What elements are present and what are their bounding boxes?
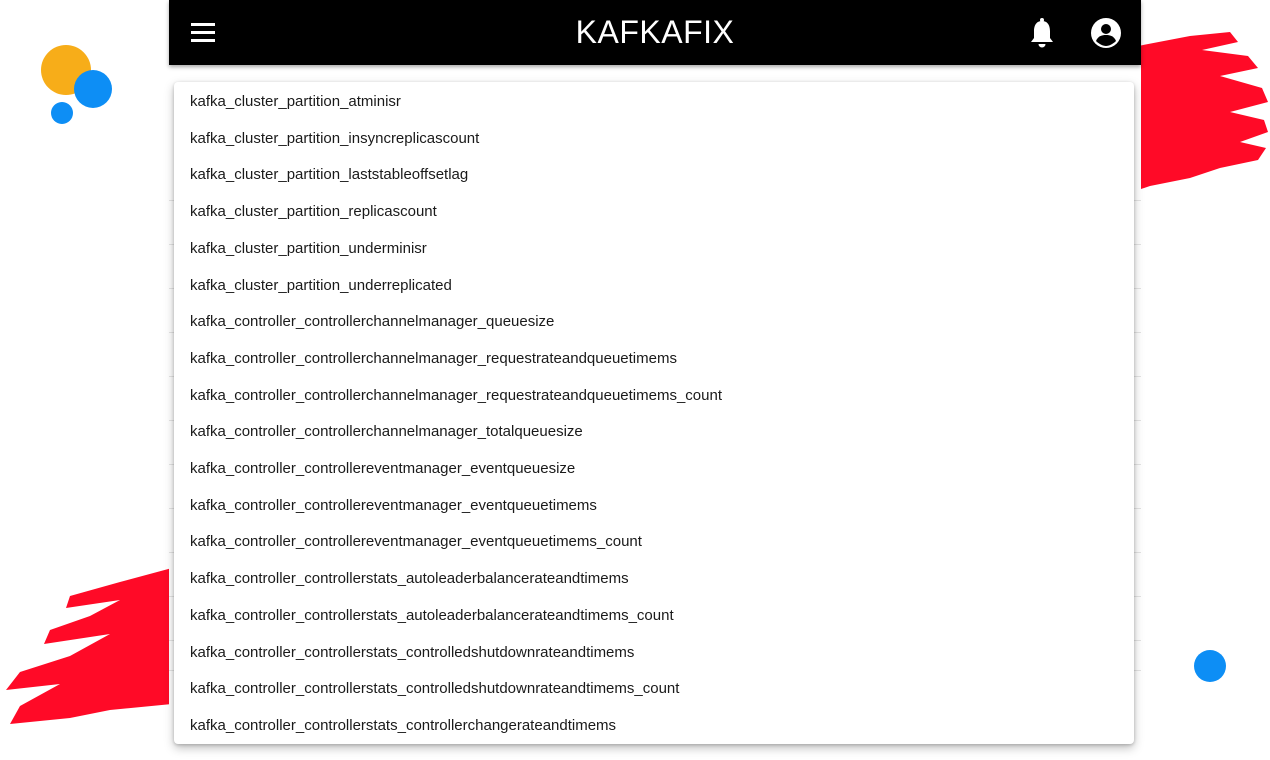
option-item[interactable]: kafka_cluster_partition_laststableoffset… [174,157,1134,194]
option-item[interactable]: kafka_controller_controllerchannelmanage… [174,341,1134,378]
decor-red-brush-left [6,568,176,724]
option-item[interactable]: kafka_cluster_partition_underreplicated [174,268,1134,305]
option-item[interactable]: kafka_cluster_partition_underminisr [174,231,1134,268]
app-window: KAFKAFIX kafka_cluster_partition_atminis… [169,0,1141,760]
option-item[interactable]: kafka_controller_controllerstats_autolea… [174,598,1134,635]
decor-red-brush-right [1134,32,1268,190]
option-item[interactable]: kafka_controller_controllerchannelmanage… [174,414,1134,451]
option-item[interactable]: kafka_controller_controllerstats_autolea… [174,561,1134,598]
option-item[interactable]: kafka_controller_controllerstats_control… [174,635,1134,672]
metric-options-listbox: kafka_cluster_partition_atminisr kafka_c… [174,82,1134,744]
option-item[interactable]: kafka_controller_controllerchannelmanage… [174,304,1134,341]
option-item[interactable]: kafka_controller_controllerstats_control… [174,708,1134,744]
option-item[interactable]: kafka_cluster_partition_replicascount [174,194,1134,231]
option-item[interactable]: kafka_cluster_partition_atminisr [174,84,1134,121]
decor-blue-dot-small [51,102,73,124]
option-item[interactable]: kafka_controller_controllereventmanager_… [174,488,1134,525]
decor-blue-dot-large [74,70,112,108]
bell-icon[interactable] [1027,16,1057,50]
option-item[interactable]: kafka_cluster_partition_insyncreplicasco… [174,121,1134,158]
option-item[interactable]: kafka_controller_controllerstats_control… [174,671,1134,708]
account-circle-icon[interactable] [1089,16,1123,50]
app-title: KAFKAFIX [575,14,735,50]
option-item[interactable]: kafka_controller_controllerchannelmanage… [174,378,1134,415]
option-item[interactable]: kafka_controller_controllereventmanager_… [174,451,1134,488]
option-item[interactable]: kafka_controller_controllereventmanager_… [174,524,1134,561]
app-bar: KAFKAFIX [169,0,1141,65]
decor-blue-dot-right [1194,650,1226,682]
